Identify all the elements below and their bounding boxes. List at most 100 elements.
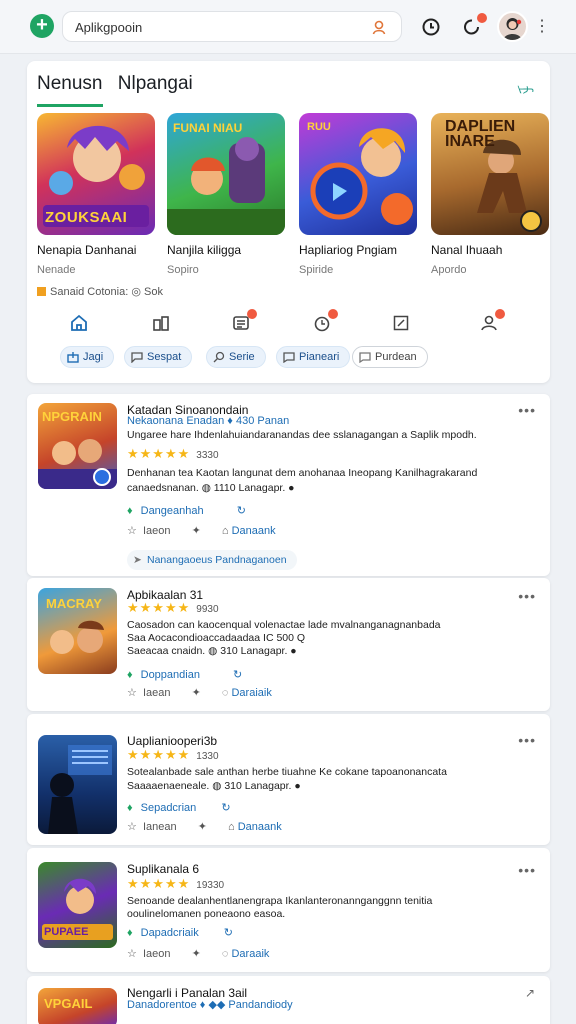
- more-vertical-icon[interactable]: ⋮: [534, 16, 550, 36]
- comment-small-icon[interactable]: ◌: [222, 687, 229, 699]
- chip-filter[interactable]: Serie: [206, 346, 266, 368]
- comment-small-icon[interactable]: ◌: [222, 948, 229, 960]
- thumbnail-text: NPGRAIN: [42, 409, 102, 424]
- tag-icon: [37, 287, 46, 296]
- see-more-link[interactable]: ᢣᢣ: [518, 75, 534, 98]
- more-options-icon[interactable]: •••: [518, 588, 536, 604]
- action-primary[interactable]: Sepadcrian: [141, 802, 197, 814]
- list-icon[interactable]: [231, 309, 257, 333]
- action-secondary[interactable]: Iaean: [143, 687, 171, 699]
- star-outline-icon[interactable]: ☆: [127, 525, 137, 537]
- refresh-icon[interactable]: [312, 309, 338, 333]
- app-description-line: ooulinelomanen poneaono easoa.: [127, 908, 286, 920]
- refresh-small-icon[interactable]: ↻: [224, 927, 233, 939]
- chip-label: Jagi: [83, 351, 104, 363]
- share-icon: [67, 352, 79, 363]
- rating-stars: ★★★★★ 3330: [127, 446, 219, 462]
- featured-tag-text: Sanaid Cotonia: ◎ Sok: [50, 286, 163, 298]
- refresh-small-icon[interactable]: ↻: [233, 669, 242, 681]
- action-primary[interactable]: Doppandian: [141, 669, 200, 681]
- refresh-small-icon[interactable]: ↻: [237, 505, 246, 517]
- app-title: Uaplianiooperi3b: [127, 734, 218, 748]
- app-description-line: Ungaree hare Ihdenlahuiandaranandas dee …: [127, 429, 477, 441]
- action-secondary[interactable]: Ianean: [143, 821, 177, 833]
- action-primary[interactable]: Dapadcriaik: [141, 927, 199, 939]
- search-input[interactable]: Aplikgpooin: [62, 11, 402, 42]
- leaf-icon: ♦: [127, 802, 133, 814]
- avatar[interactable]: [497, 11, 528, 42]
- app-subtitle: Nekaonana Enadan ♦ 430 Panan: [127, 415, 290, 427]
- apps-icon[interactable]: [151, 313, 171, 333]
- stars-text: ★★★★★: [127, 747, 191, 762]
- app-description-line: Denhanan tea Kaotan langunat dem anohana…: [127, 467, 478, 479]
- related-chip-label: Nanangaoeus Pandnaganoen: [147, 554, 287, 566]
- user-icon[interactable]: [371, 19, 387, 35]
- app-tile-subtitle: Sopiro: [167, 264, 199, 276]
- share-icon[interactable]: ↗: [525, 986, 536, 1000]
- plus-small-icon[interactable]: ✦: [192, 525, 201, 537]
- more-options-icon[interactable]: •••: [518, 862, 536, 878]
- action-third[interactable]: Danaank: [232, 525, 276, 537]
- app-tile[interactable]: FUNAI NIAU Nanjila kiligga Sopiro: [167, 113, 285, 276]
- message-icon: [283, 352, 295, 363]
- chip-label: Pianeari: [299, 351, 340, 363]
- home-small-icon[interactable]: ⌂: [228, 821, 235, 833]
- refresh-small-icon[interactable]: ↻: [221, 802, 230, 814]
- app-description-line: Saaaaenaeneale. ◍ 310 Lanagapr. ●: [127, 780, 301, 792]
- rating-stars: ★★★★★ 19330: [127, 876, 224, 892]
- home-icon[interactable]: [69, 313, 89, 333]
- related-chip[interactable]: ➤ Nanangaoeus Pandnaganoen: [127, 550, 297, 570]
- chip-filter[interactable]: Pianeari: [276, 346, 351, 368]
- action-primary[interactable]: Dangeanhah: [141, 505, 204, 517]
- chip-filter[interactable]: Purdean: [352, 346, 428, 368]
- action-secondary[interactable]: Iaeon: [143, 948, 171, 960]
- chip-filter[interactable]: Jagi: [60, 346, 115, 368]
- top-app-bar: + Aplikgpooin ⋮: [0, 0, 576, 54]
- chip-label: Sespat: [147, 351, 182, 363]
- plus-icon[interactable]: +: [30, 14, 54, 38]
- clock-icon[interactable]: [421, 17, 441, 37]
- action-third[interactable]: Daraiaik: [231, 687, 271, 699]
- app-description-line: Saeacaa cnaidn. ◍ 310 Lanagapr. ●: [127, 645, 297, 657]
- app-subtitle: Danadorentoe ♦ ◆◆ Pandandiody: [127, 999, 293, 1011]
- app-tile-art: DAPLIEN INARE: [431, 113, 549, 235]
- app-thumbnail: [38, 735, 117, 834]
- more-options-icon[interactable]: •••: [518, 402, 536, 418]
- home-small-icon[interactable]: ⌂: [222, 525, 229, 537]
- app-tile[interactable]: ZOUKSAAI Nenapia Danhanai Nenade: [37, 113, 155, 276]
- star-outline-icon[interactable]: ☆: [127, 948, 137, 960]
- star-outline-icon[interactable]: ☆: [127, 821, 137, 833]
- action-row: ♦ Sepadcrian ↻: [127, 801, 231, 814]
- app-tile-art: RUU: [299, 113, 417, 235]
- profile-icon[interactable]: [479, 309, 505, 333]
- app-list-item[interactable]: VPGAIL Nengarli i Panalan 3ail Danadoren…: [27, 976, 550, 1024]
- secondary-actions: ☆ Iaeon ✦ ◌ Daraaik: [127, 947, 269, 960]
- app-tile[interactable]: RUU Hapliariog Pngiam Spiride: [299, 113, 417, 276]
- notification-icon[interactable]: [462, 13, 487, 37]
- app-list-item[interactable]: MACRAY Apbikaalan 31 ★★★★★ 9930 Caosadon …: [27, 578, 550, 711]
- app-list-item[interactable]: Uaplianiooperi3b ★★★★★ 1330 Sotealanbade …: [27, 714, 550, 845]
- rating-count: 3330: [196, 450, 219, 461]
- action-third[interactable]: Daraaik: [231, 948, 269, 960]
- app-tile[interactable]: DAPLIEN INARE Nanal Ihuaah Apordo: [431, 113, 549, 276]
- more-options-icon[interactable]: •••: [518, 732, 536, 748]
- app-list-item[interactable]: NPGRAIN Katadan Sinoanondain Nekaonana E…: [27, 394, 550, 576]
- edit-icon[interactable]: [391, 313, 411, 333]
- app-list-item[interactable]: PUPAEE Suplikanala 6 ★★★★★ 19330 Senoande…: [27, 848, 550, 972]
- search-query[interactable]: Aplikgpooin: [75, 20, 142, 35]
- plus-small-icon[interactable]: ✦: [198, 821, 207, 833]
- app-tile-title: Nanjila kiligga: [167, 243, 242, 257]
- comment-icon: [359, 352, 371, 363]
- secondary-actions: ☆ Iaeon ✦ ⌂ Danaank: [127, 524, 276, 537]
- action-third[interactable]: Danaank: [238, 821, 282, 833]
- app-tile-art-text: ZOUKSAAI: [45, 209, 128, 226]
- rating-count: 9930: [196, 604, 219, 615]
- plus-small-icon[interactable]: ✦: [192, 687, 201, 699]
- star-outline-icon[interactable]: ☆: [127, 687, 137, 699]
- app-thumbnail: NPGRAIN: [38, 403, 117, 489]
- action-secondary[interactable]: Iaeon: [143, 525, 171, 537]
- tab-active[interactable]: Nenusn: [37, 73, 103, 107]
- plus-small-icon[interactable]: ✦: [192, 948, 201, 960]
- chip-filter[interactable]: Sespat: [124, 346, 193, 368]
- tab-secondary[interactable]: Nlpangai: [118, 73, 193, 95]
